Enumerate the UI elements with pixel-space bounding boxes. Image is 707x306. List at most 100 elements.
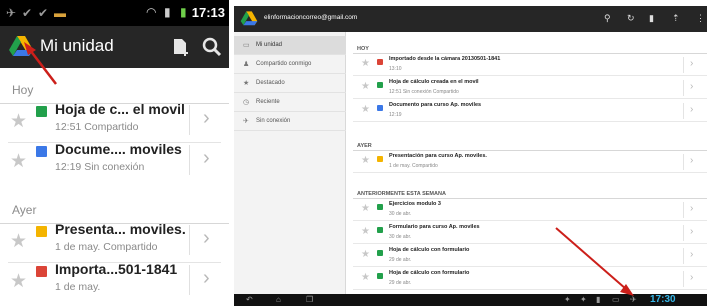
pin-icon: ✈ — [243, 118, 249, 125]
page-title: Mi unidad — [40, 36, 114, 55]
sidebar-item-reciente[interactable]: ◷ Reciente — [234, 93, 346, 112]
list-item[interactable]: ★ Hoja de cálculo creada en el movil 12:… — [353, 77, 707, 99]
recent-apps-icon[interactable]: ❐ — [306, 295, 313, 304]
sidebar-item-compartido[interactable]: ♟ Compartido conmigo — [234, 55, 346, 74]
sidebar-item-label: Destacado — [256, 80, 285, 86]
item-title: Ejercicios modulo 3 — [389, 201, 441, 207]
spreadsheet-icon — [377, 82, 383, 88]
item-subtitle: 12:19 Sin conexión — [55, 161, 145, 173]
folder-icon: ▭ — [243, 42, 250, 49]
star-icon[interactable]: ★ — [361, 58, 370, 69]
clock-icon: ◷ — [243, 99, 250, 106]
image-icon — [377, 59, 383, 65]
list-item[interactable]: ★ Hoja de c... el movil 12:51 Compartido… — [0, 99, 229, 143]
chevron-right-icon[interactable]: › — [203, 147, 210, 170]
list-item[interactable]: ★ Formulario para curso Ap. moviles 30 d… — [353, 222, 707, 244]
divider — [683, 202, 684, 218]
status-time: 17:30 — [650, 294, 676, 305]
presentation-icon — [377, 156, 383, 162]
divider — [683, 271, 684, 287]
star-icon[interactable]: ★ — [361, 272, 370, 283]
chevron-right-icon[interactable]: › — [690, 203, 693, 214]
home-icon[interactable]: ⌂ — [276, 295, 281, 304]
chevron-right-icon[interactable]: › — [203, 227, 210, 250]
file-list: HOY ★ Importado desde la cámara 20130501… — [347, 32, 707, 294]
list-item[interactable]: ★ Docume.... moviles 12:19 Sin conexión … — [0, 139, 229, 183]
refresh-icon[interactable]: ↻ — [627, 13, 635, 24]
star-icon: ★ — [243, 80, 250, 87]
search-icon[interactable]: ⚲ — [604, 13, 611, 24]
item-subtitle: 12:51 Compartido — [55, 121, 139, 133]
list-item[interactable]: ★ Hoja de cálculo con formulario 29 de a… — [353, 268, 707, 290]
chevron-right-icon[interactable]: › — [690, 272, 693, 283]
spreadsheet-icon — [377, 204, 383, 210]
chevron-right-icon[interactable]: › — [690, 81, 693, 92]
back-icon[interactable]: ↶ — [246, 295, 253, 304]
chevron-right-icon[interactable]: › — [203, 107, 210, 130]
chevron-right-icon[interactable]: › — [690, 155, 693, 166]
gift-notification-icon: ▬ — [54, 6, 66, 20]
list-item[interactable]: ★ Presentación para curso Ap. moviles. 1… — [353, 151, 707, 173]
chevron-right-icon[interactable]: › — [690, 226, 693, 237]
sidebar-item-sin-conexion[interactable]: ✈ Sin conexión — [234, 112, 346, 131]
overflow-menu-icon[interactable]: ⋮ — [696, 13, 705, 24]
item-subtitle: 29 de abr. — [389, 257, 412, 263]
wifi-icon: ◠ — [146, 5, 157, 19]
system-nav-bar: ↶ ⌂ ❐ ✦ ✦ ▮ ▭ ✈ 17:30 — [234, 294, 707, 306]
search-icon[interactable] — [201, 36, 223, 58]
item-subtitle: 1 de may. Compartido — [55, 241, 158, 253]
divider — [189, 145, 190, 175]
sidebar-item-label: Mi unidad — [256, 42, 283, 48]
notification-icon: ▮ — [596, 295, 601, 304]
item-subtitle: 30 de abr. — [389, 234, 412, 240]
twitter-notification-icon: ✔ — [22, 6, 33, 20]
star-icon[interactable]: ★ — [361, 155, 370, 166]
notification-icon: ✦ — [564, 295, 571, 304]
star-icon[interactable]: ★ — [10, 150, 27, 173]
list-item[interactable]: ★ Documento para curso Ap. moviles 12:19… — [353, 100, 707, 122]
item-subtitle: 12:19 — [389, 112, 402, 118]
chevron-right-icon[interactable]: › — [203, 267, 210, 290]
star-icon[interactable]: ★ — [10, 110, 27, 133]
pin-notification-icon: ✈ — [6, 6, 17, 20]
divider — [683, 103, 684, 119]
new-document-icon[interactable] — [170, 36, 192, 58]
item-subtitle: 13:10 — [389, 66, 402, 72]
sidebar-item-mi-unidad[interactable]: ▭ Mi unidad — [234, 36, 346, 55]
document-icon — [377, 105, 383, 111]
item-title: Formulario para curso Ap. moviles — [389, 224, 480, 230]
form-icon — [377, 227, 383, 233]
star-icon[interactable]: ★ — [361, 81, 370, 92]
chevron-right-icon[interactable]: › — [690, 249, 693, 260]
phone-screen: ✈ ✔ ✔ ▬ ◠ ▮ ▮ 17:13 Mi unidad Hoy ★ Hoja… — [0, 0, 229, 306]
list-item[interactable]: ★ Ejercicios modulo 3 30 de abr. › — [353, 199, 707, 221]
document-icon — [36, 146, 47, 157]
action-bar: Mi unidad — [0, 26, 229, 68]
list-item[interactable]: ★ Presenta... moviles. 1 de may. Compart… — [0, 219, 229, 263]
star-icon[interactable]: ★ — [361, 249, 370, 260]
image-icon — [36, 266, 47, 277]
sidebar-item-destacado[interactable]: ★ Destacado — [234, 74, 346, 93]
star-icon[interactable]: ★ — [361, 104, 370, 115]
list-item[interactable]: ★ Importado desde la cámara 20130501-184… — [353, 54, 707, 76]
status-bar: ✈ ✔ ✔ ▬ ◠ ▮ ▮ 17:13 — [0, 0, 229, 26]
chevron-right-icon[interactable]: › — [690, 58, 693, 69]
star-icon[interactable]: ★ — [10, 270, 27, 293]
drive-logo-icon — [9, 36, 33, 56]
item-title: Hoja de cálculo con formulario — [389, 247, 470, 253]
star-icon[interactable]: ★ — [361, 203, 370, 214]
list-item[interactable]: ★ Importa...501-1841 1 de may. › — [0, 259, 229, 303]
spreadsheet-icon — [377, 273, 383, 279]
item-subtitle: 30 de abr. — [389, 211, 412, 217]
people-icon: ♟ — [243, 61, 250, 68]
notification-icon: ▭ — [612, 295, 620, 304]
upload-icon[interactable]: ⇡ — [672, 13, 680, 24]
star-icon[interactable]: ★ — [10, 230, 27, 253]
list-item[interactable]: ★ Hoja de cálculo con formulario 29 de a… — [353, 245, 707, 267]
item-title: Importado desde la cámara 20130501-1841 — [389, 56, 501, 62]
new-document-icon[interactable]: ▮ — [649, 13, 654, 24]
star-icon[interactable]: ★ — [361, 226, 370, 237]
pin-notification-icon: ✈ — [630, 295, 637, 304]
chevron-right-icon[interactable]: › — [690, 104, 693, 115]
account-selector[interactable]: elinformacioncorreo@gmail.com — [264, 14, 357, 21]
